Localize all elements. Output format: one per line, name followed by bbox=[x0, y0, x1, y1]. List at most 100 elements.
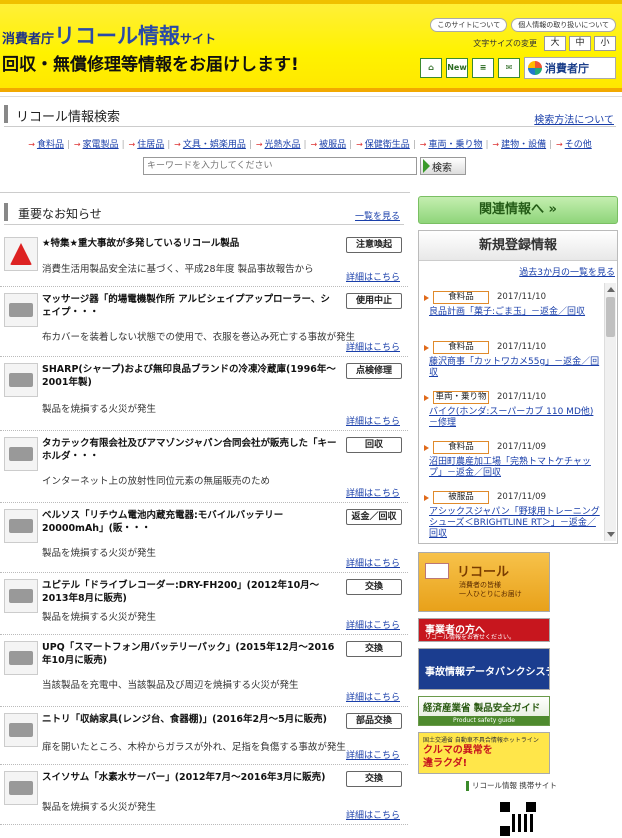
notice-item[interactable]: マッサージ器「的場電機製作所 アルビシェイプアップローラー、シェイプ・・・ 使用中… bbox=[0, 287, 408, 357]
new-registrations-title: 新規登録情報 bbox=[419, 231, 617, 261]
category-housing[interactable]: 住居品 bbox=[137, 140, 164, 150]
notice-status-badge: 回収 bbox=[346, 437, 402, 453]
notice-status-badge: 交換 bbox=[346, 641, 402, 657]
registration-item[interactable]: 食料品 2017/11/10 良品計画「菓子:ごま玉」－返金／回収 bbox=[419, 283, 605, 333]
category-other[interactable]: その他 bbox=[565, 140, 592, 150]
category-building[interactable]: 建物・設備 bbox=[501, 140, 546, 150]
product-image bbox=[9, 447, 33, 461]
notice-item[interactable]: ユピテル「ドライブレコーダー:DRY-FH200」(2012年10月〜2013年… bbox=[0, 573, 408, 635]
accident-databank-banner[interactable]: 事故情報データバンクシステム bbox=[418, 648, 550, 690]
notice-title[interactable]: ユピテル「ドライブレコーダー:DRY-FH200」(2012年10月〜2013年… bbox=[42, 579, 338, 605]
battery-thumb[interactable] bbox=[4, 509, 38, 543]
registration-title-link[interactable]: 良品計画「菓子:ごま玉」－返金／回収 bbox=[429, 307, 601, 318]
notice-detail-link[interactable]: 詳細はこちら bbox=[346, 270, 400, 283]
scroll-up-icon[interactable] bbox=[607, 287, 615, 292]
keyword-search-input[interactable] bbox=[143, 157, 417, 175]
category-food[interactable]: 食料品 bbox=[37, 140, 64, 150]
category-appliance[interactable]: 家電製品 bbox=[83, 140, 119, 150]
notice-title[interactable]: ベルソス「リチウム電池内蔵充電器:モバイルバッテリー 20000mAh」(販・・… bbox=[42, 509, 338, 535]
related-info-button[interactable]: 関連情報へ » bbox=[418, 196, 618, 224]
notice-title[interactable]: SHARP(シャープ)および無印良品ブランドの冷凍冷蔵庫(1996年〜2001年… bbox=[42, 363, 338, 389]
notice-detail-link[interactable]: 詳細はこちら bbox=[346, 808, 400, 821]
search-button[interactable]: 検索 bbox=[420, 157, 466, 175]
warning-fire-thumb[interactable] bbox=[4, 237, 38, 271]
massager-thumb[interactable] bbox=[4, 293, 38, 327]
notice-item[interactable]: タカテック有限会社及びアマゾンジャパン合同会社が販売した「キーホルダ・・・ 回収イ… bbox=[0, 431, 408, 503]
registration-item[interactable]: 食料品 2017/11/09 沼田町農産加工場「完熟トマトケチャップ」－返金／回収 bbox=[419, 433, 605, 483]
phone-battery-thumb[interactable] bbox=[4, 641, 38, 675]
notice-detail-link[interactable]: 詳細はこちら bbox=[346, 618, 400, 631]
water-server-thumb[interactable] bbox=[4, 771, 38, 805]
notice-status-badge: 点検修理 bbox=[346, 363, 402, 379]
notice-detail-link[interactable]: 詳細はこちら bbox=[346, 748, 400, 761]
mail-icon[interactable]: ✉ bbox=[498, 58, 520, 78]
consumer-agency-logo[interactable]: 消費者庁 bbox=[524, 57, 616, 79]
notice-description: 扉を開いたところ、木枠からガラスが外れ、足指を負傷する事故が発生 bbox=[42, 742, 346, 753]
separator: | bbox=[303, 140, 307, 150]
keyholder-thumb[interactable] bbox=[4, 437, 38, 471]
registration-item[interactable]: 車両・乗り物 2017/11/10 バイク(ホンダ:スーパーカブ 110 MD他)－… bbox=[419, 383, 605, 433]
list-icon[interactable]: ≡ bbox=[472, 58, 494, 78]
notice-item[interactable]: ベルソス「リチウム電池内蔵充電器:モバイルバッテリー 20000mAh」(販・・… bbox=[0, 503, 408, 573]
registration-item[interactable]: 被服品 2017/11/09 アシックスジャパン「野球用トレーニングシューズ＜BRI… bbox=[419, 483, 605, 539]
registration-item[interactable]: 食料品 2017/11/10 藤沢商事「カットワカメ55g」－返金／回収 bbox=[419, 333, 605, 383]
font-size-medium-button[interactable]: 中 bbox=[569, 36, 591, 51]
notice-title[interactable]: タカテック有限会社及びアマゾンジャパン合同会社が販売した「キーホルダ・・・ bbox=[42, 437, 338, 463]
separator: | bbox=[412, 140, 416, 150]
refrigerator-thumb[interactable] bbox=[4, 363, 38, 397]
meti-safety-guide-banner[interactable]: 経済産業省 製品安全ガイド Product safety guide bbox=[418, 696, 550, 726]
registration-title-link[interactable]: アシックスジャパン「野球用トレーニングシューズ＜BRIGHTLINE RT＞」－… bbox=[429, 507, 601, 540]
font-size-small-button[interactable]: 小 bbox=[594, 36, 616, 51]
databank-banner-title: 事故情報データバンクシステム bbox=[425, 667, 549, 678]
scroll-thumb[interactable] bbox=[606, 297, 615, 337]
privacy-policy-link[interactable]: 個人情報の取り扱いについて bbox=[511, 18, 616, 32]
past-three-months-link[interactable]: 過去3か月の一覧を見る bbox=[519, 265, 615, 278]
scroll-down-icon[interactable] bbox=[607, 532, 615, 537]
mlit-hotline-banner[interactable]: 国土交通省 自動車不具合情報ホットライン クルマの異常を 違ラクダ! bbox=[418, 732, 550, 774]
category-utility[interactable]: 光熱水品 bbox=[265, 140, 301, 150]
dashcam-thumb[interactable] bbox=[4, 579, 38, 613]
notice-item[interactable]: スイソサム「水素水サーバー」(2012年7月〜2016年3月に販売) 交換 製品を焼… bbox=[0, 765, 408, 825]
home-icon[interactable]: ⌂ bbox=[420, 58, 442, 78]
notice-detail-link[interactable]: 詳細はこちら bbox=[346, 556, 400, 569]
notice-item[interactable]: SHARP(シャープ)および無印良品ブランドの冷凍冷蔵庫(1996年〜2001年… bbox=[0, 357, 408, 431]
registration-title-link[interactable]: バイク(ホンダ:スーパーカブ 110 MD他)－修理 bbox=[429, 407, 601, 429]
notice-title[interactable]: UPQ「スマートフォン用バッテリーパック」(2015年12月〜2016年10月に… bbox=[42, 641, 338, 667]
view-all-link[interactable]: 一覧を見る bbox=[355, 209, 400, 222]
registration-scrollbar[interactable] bbox=[604, 283, 616, 541]
new-icon[interactable]: New bbox=[446, 58, 468, 78]
notice-detail-link[interactable]: 詳細はこちら bbox=[346, 690, 400, 703]
search-button-label: 検索 bbox=[432, 162, 452, 174]
category-vehicle[interactable]: 車両・乗り物 bbox=[428, 140, 482, 150]
font-size-large-button[interactable]: 大 bbox=[544, 36, 566, 51]
registration-title-link[interactable]: 沼田町農産加工場「完熟トマトケチャップ」－返金／回収 bbox=[429, 457, 601, 479]
registration-title-link[interactable]: 藤沢商事「カットワカメ55g」－返金／回収 bbox=[429, 357, 601, 379]
registration-category: 食料品 bbox=[424, 441, 489, 454]
notice-detail-link[interactable]: 詳細はこちら bbox=[346, 414, 400, 427]
site-title[interactable]: 消費者庁リコール情報サイト bbox=[2, 20, 216, 50]
notice-detail-link[interactable]: 詳細はこちら bbox=[346, 340, 400, 353]
arrow-right-icon bbox=[423, 159, 430, 173]
business-banner[interactable]: 事業者の方へ リコール情報をお寄せください。 bbox=[418, 618, 550, 642]
notice-title[interactable]: マッサージ器「的場電機製作所 アルビシェイプアップローラー、シェイプ・・・ bbox=[42, 293, 338, 319]
category-stationery[interactable]: 文具・娯楽用品 bbox=[183, 140, 246, 150]
category-health[interactable]: 保健衛生品 bbox=[365, 140, 410, 150]
notice-title[interactable]: スイソサム「水素水サーバー」(2012年7月〜2016年3月に販売) bbox=[42, 771, 338, 784]
registration-date: 2017/11/09 bbox=[497, 442, 546, 452]
about-site-link[interactable]: このサイトについて bbox=[430, 18, 508, 32]
notice-title[interactable]: ★特集★重大事故が多発しているリコール製品 bbox=[42, 237, 338, 250]
notice-description: 当該製品を充電中、当該製品及び周辺を焼損する火災が発生 bbox=[42, 680, 299, 691]
notice-item[interactable]: UPQ「スマートフォン用バッテリーパック」(2015年12月〜2016年10月に… bbox=[0, 635, 408, 707]
search-help-link[interactable]: 検索方法について bbox=[534, 111, 614, 126]
business-banner-subtitle: リコール情報をお寄せください。 bbox=[425, 634, 516, 641]
mobile-site-label: リコール情報 携帯サイト bbox=[466, 780, 557, 791]
recall-mail-banner[interactable]: リコール 消費者の皆様 一人ひとりにお届け bbox=[418, 552, 550, 612]
notice-description: 製品を焼損する火災が発生 bbox=[42, 404, 157, 415]
category-clothing[interactable]: 被服品 bbox=[319, 140, 346, 150]
notice-title[interactable]: ニトリ「収納家具(レンジ台、食器棚)」(2016年2月〜5月に販売) bbox=[42, 713, 338, 726]
cabinet-thumb[interactable] bbox=[4, 713, 38, 747]
notice-item[interactable]: ★特集★重大事故が多発しているリコール製品 注意喚起 消費生活用製品安全法に基づく、… bbox=[0, 231, 408, 287]
notice-detail-link[interactable]: 詳細はこちら bbox=[346, 486, 400, 499]
notice-item[interactable]: ニトリ「収納家具(レンジ台、食器棚)」(2016年2月〜5月に販売) 部品交換 扉を… bbox=[0, 707, 408, 765]
header-top-links: このサイトについて 個人情報の取り扱いについて bbox=[430, 18, 616, 32]
